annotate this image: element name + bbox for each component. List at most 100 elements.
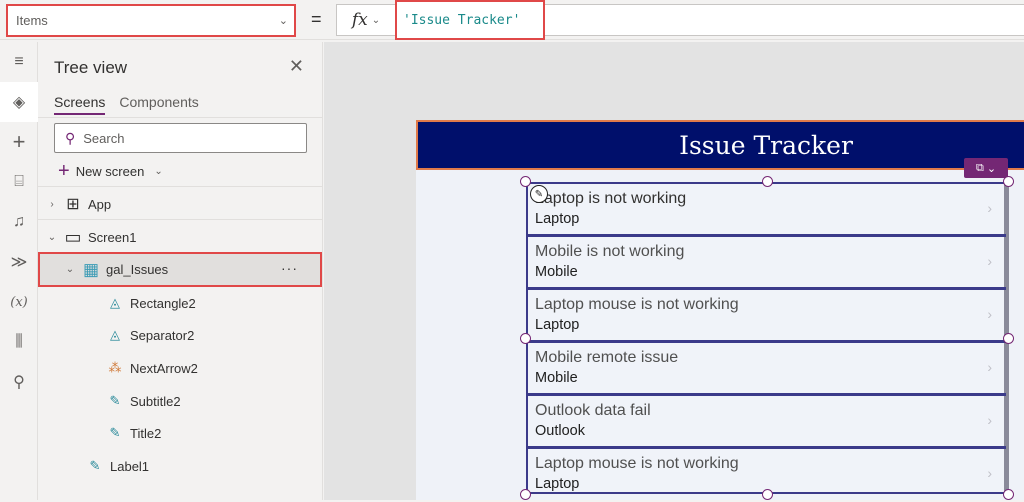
close-icon[interactable]: ✕ xyxy=(289,56,304,77)
tree-search-input[interactable]: ⚲ Search xyxy=(54,123,307,153)
node-label: Subtitle2 xyxy=(130,393,181,409)
gallery-gal-issues[interactable]: Laptop is not working Laptop › Mobile is… xyxy=(526,182,1009,494)
fx-button[interactable]: fx ⌄ xyxy=(336,4,396,36)
variables-icon[interactable]: (x) xyxy=(0,282,38,322)
plus-icon: + xyxy=(58,160,70,182)
chevron-down-icon[interactable]: ⌄ xyxy=(64,264,76,275)
search-icon: ⚲ xyxy=(65,129,76,146)
insert-plus-icon[interactable]: + xyxy=(0,122,38,162)
resize-handle[interactable] xyxy=(1003,333,1014,344)
advanced-tools-icon[interactable]: ⫼ xyxy=(0,322,38,362)
layers-icon[interactable]: ◈ xyxy=(0,82,38,122)
resize-handle[interactable] xyxy=(1003,489,1014,500)
left-rail: ≡ ◈ + ⌸ ♫ ≫ (x) ⫼ ⚲ xyxy=(0,42,38,500)
new-screen-button[interactable]: + New screen ⌄ xyxy=(58,161,163,181)
node-label: Rectangle2 xyxy=(130,295,196,311)
gallery-item[interactable]: Laptop mouse is not working Laptop › xyxy=(528,290,1006,343)
resize-handle[interactable] xyxy=(762,176,773,187)
fx-icon: fx xyxy=(351,10,368,30)
gallery-item[interactable]: Laptop is not working Laptop › xyxy=(528,184,1006,237)
gallery-item[interactable]: Mobile is not working Mobile › xyxy=(528,237,1006,290)
hamburger-menu-icon[interactable]: ≡ xyxy=(0,42,38,82)
tree-node-title2[interactable]: ✎ Title2 xyxy=(38,417,323,449)
item-title: Outlook data fail xyxy=(535,402,651,419)
item-title: Mobile remote issue xyxy=(535,349,679,366)
next-arrow-icon[interactable]: › xyxy=(987,412,992,428)
resize-handle[interactable] xyxy=(520,333,531,344)
tree-node-gal-issues[interactable]: ⌄ ▦ gal_Issues ··· xyxy=(38,252,322,287)
node-label: App xyxy=(88,196,112,212)
tree-view-panel: Tree view ✕ Screens Components ⚲ Search … xyxy=(38,42,323,500)
property-dropdown[interactable]: Items ⌄ xyxy=(6,4,296,37)
more-options-icon[interactable]: ··· xyxy=(281,260,298,276)
chevron-down-icon[interactable]: ⌄ xyxy=(46,232,58,243)
chevron-right-icon[interactable]: › xyxy=(46,199,58,210)
new-screen-label: New screen xyxy=(75,163,145,179)
node-label: Separator2 xyxy=(130,327,195,343)
label-edit-icon: ✎ xyxy=(109,425,121,440)
edit-template-icon[interactable]: ✎ xyxy=(530,185,548,203)
formula-input[interactable]: 'Issue Tracker' xyxy=(395,0,545,40)
item-title: Laptop is not working xyxy=(535,190,687,207)
data-cylinder-icon[interactable]: ⌸ xyxy=(0,162,38,202)
item-subtitle: Mobile xyxy=(535,370,578,386)
resize-handle[interactable] xyxy=(762,489,773,500)
copilot-icon: ⧉ xyxy=(975,161,984,174)
tree-node-screen1[interactable]: ⌄ ▭ Screen1 xyxy=(38,221,323,253)
item-subtitle: Laptop xyxy=(535,211,580,227)
shape-icon: ◬ xyxy=(110,327,120,342)
copilot-chip[interactable]: ⧉ ⌄ xyxy=(964,158,1008,178)
item-subtitle: Outlook xyxy=(535,423,585,439)
tree-view-title: Tree view xyxy=(54,58,128,77)
next-arrow-icon[interactable]: › xyxy=(987,306,992,322)
node-label: Label1 xyxy=(110,458,150,474)
formula-bar: Items ⌄ = fx ⌄ 'Issue Tracker' xyxy=(0,0,1024,40)
shape-icon: ◬ xyxy=(110,295,120,310)
next-arrow-icon[interactable]: › xyxy=(987,253,992,269)
power-automate-icon[interactable]: ≫ xyxy=(0,242,38,282)
divider xyxy=(38,117,322,118)
tree-node-app[interactable]: › ⊞ App xyxy=(38,188,323,220)
resize-handle[interactable] xyxy=(520,176,531,187)
tree-node-subtitle2[interactable]: ✎ Subtitle2 xyxy=(38,385,323,417)
chevron-down-icon: ⌄ xyxy=(278,15,288,27)
equals-sign: = xyxy=(311,9,322,29)
next-arrow-icon[interactable]: › xyxy=(987,200,992,216)
tree-node-separator2[interactable]: ◬ Separator2 xyxy=(38,319,323,351)
media-icon[interactable]: ♫ xyxy=(0,202,38,242)
chevron-down-icon: ⌄ xyxy=(986,162,997,175)
tab-components[interactable]: Components xyxy=(119,94,198,115)
header-label[interactable]: Issue Tracker xyxy=(416,120,1024,170)
divider xyxy=(38,186,322,187)
tab-screens[interactable]: Screens xyxy=(54,94,106,115)
item-subtitle: Mobile xyxy=(535,264,578,280)
item-subtitle: Laptop xyxy=(535,476,580,492)
divider xyxy=(38,219,322,220)
gallery-item[interactable]: Mobile remote issue Mobile › xyxy=(528,343,1006,396)
tree-tabs: Screens Components xyxy=(54,94,199,115)
gallery-icon: ▦ xyxy=(82,259,100,279)
app-icon: ⊞ xyxy=(66,196,80,213)
item-title: Laptop mouse is not working xyxy=(535,296,739,313)
search-icon[interactable]: ⚲ xyxy=(0,362,38,402)
header-title: Issue Tracker xyxy=(679,130,853,160)
tree-node-nextarrow2[interactable]: ⁂ NextArrow2 xyxy=(38,352,323,384)
search-placeholder: Search xyxy=(83,130,125,146)
node-label: Title2 xyxy=(130,425,162,441)
next-arrow-icon[interactable]: › xyxy=(987,465,992,481)
label-edit-icon: ✎ xyxy=(89,458,101,473)
item-title: Mobile is not working xyxy=(535,243,685,260)
resize-handle[interactable] xyxy=(520,489,531,500)
resize-handle[interactable] xyxy=(1003,176,1014,187)
icons-control-icon: ⁂ xyxy=(108,360,122,375)
screen-icon: ▭ xyxy=(64,226,82,247)
next-arrow-icon[interactable]: › xyxy=(987,359,992,375)
item-subtitle: Laptop xyxy=(535,317,580,333)
property-value: Items xyxy=(16,13,48,28)
tree-node-label1[interactable]: ✎ Label1 xyxy=(38,450,323,482)
node-label: Screen1 xyxy=(88,229,137,245)
gallery-item[interactable]: Outlook data fail Outlook › xyxy=(528,396,1006,449)
tree-node-rectangle2[interactable]: ◬ Rectangle2 xyxy=(38,287,323,319)
node-label: NextArrow2 xyxy=(130,360,198,376)
item-title: Laptop mouse is not working xyxy=(535,455,739,472)
